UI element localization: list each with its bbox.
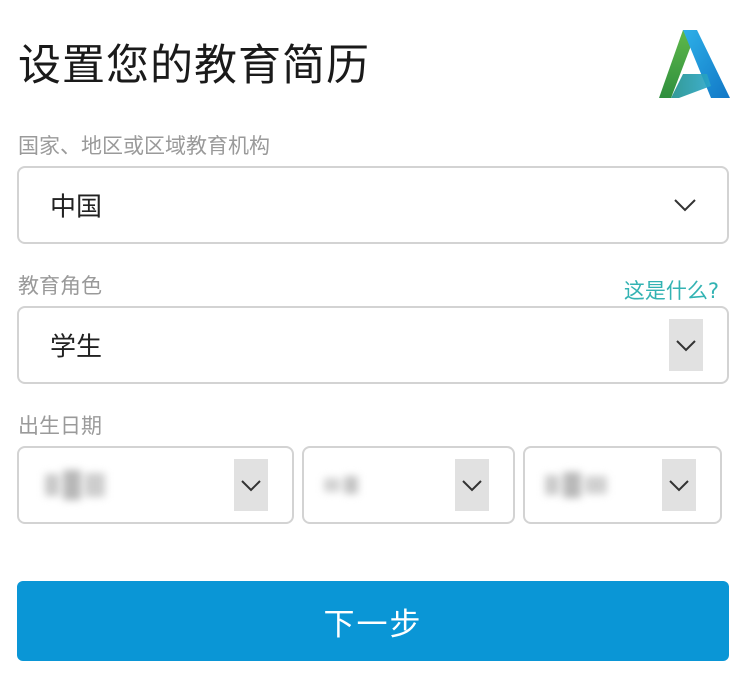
role-dropdown-toggle[interactable] (669, 319, 703, 371)
role-select[interactable]: 学生 (17, 306, 729, 384)
birth-month-value-redacted (324, 476, 358, 494)
birth-month-select[interactable] (302, 446, 515, 524)
chevron-down-icon (462, 479, 482, 491)
birth-month-dropdown-toggle[interactable] (455, 459, 489, 511)
page-title: 设置您的教育简历 (18, 41, 370, 91)
birth-day-value-redacted (545, 472, 607, 498)
role-value: 学生 (50, 332, 103, 363)
next-button[interactable]: 下一步 (17, 581, 729, 661)
birth-year-dropdown-toggle[interactable] (234, 459, 268, 511)
institution-label: 国家、地区或区域教育机构 (18, 134, 270, 158)
what-is-this-link[interactable]: 这是什么? (624, 277, 719, 305)
birth-year-select[interactable] (17, 446, 294, 524)
birth-day-dropdown-toggle[interactable] (662, 459, 696, 511)
birthdate-label: 出生日期 (18, 414, 102, 438)
birth-day-select[interactable] (523, 446, 722, 524)
role-label: 教育角色 (18, 274, 102, 298)
autodesk-logo (659, 30, 730, 98)
institution-select[interactable]: 中国 (17, 166, 729, 244)
chevron-down-icon (674, 199, 696, 212)
chevron-down-icon (676, 339, 696, 351)
chevron-down-icon (241, 479, 261, 491)
chevron-down-icon (669, 479, 689, 491)
institution-value: 中国 (50, 192, 103, 223)
birth-year-value-redacted (45, 470, 105, 500)
